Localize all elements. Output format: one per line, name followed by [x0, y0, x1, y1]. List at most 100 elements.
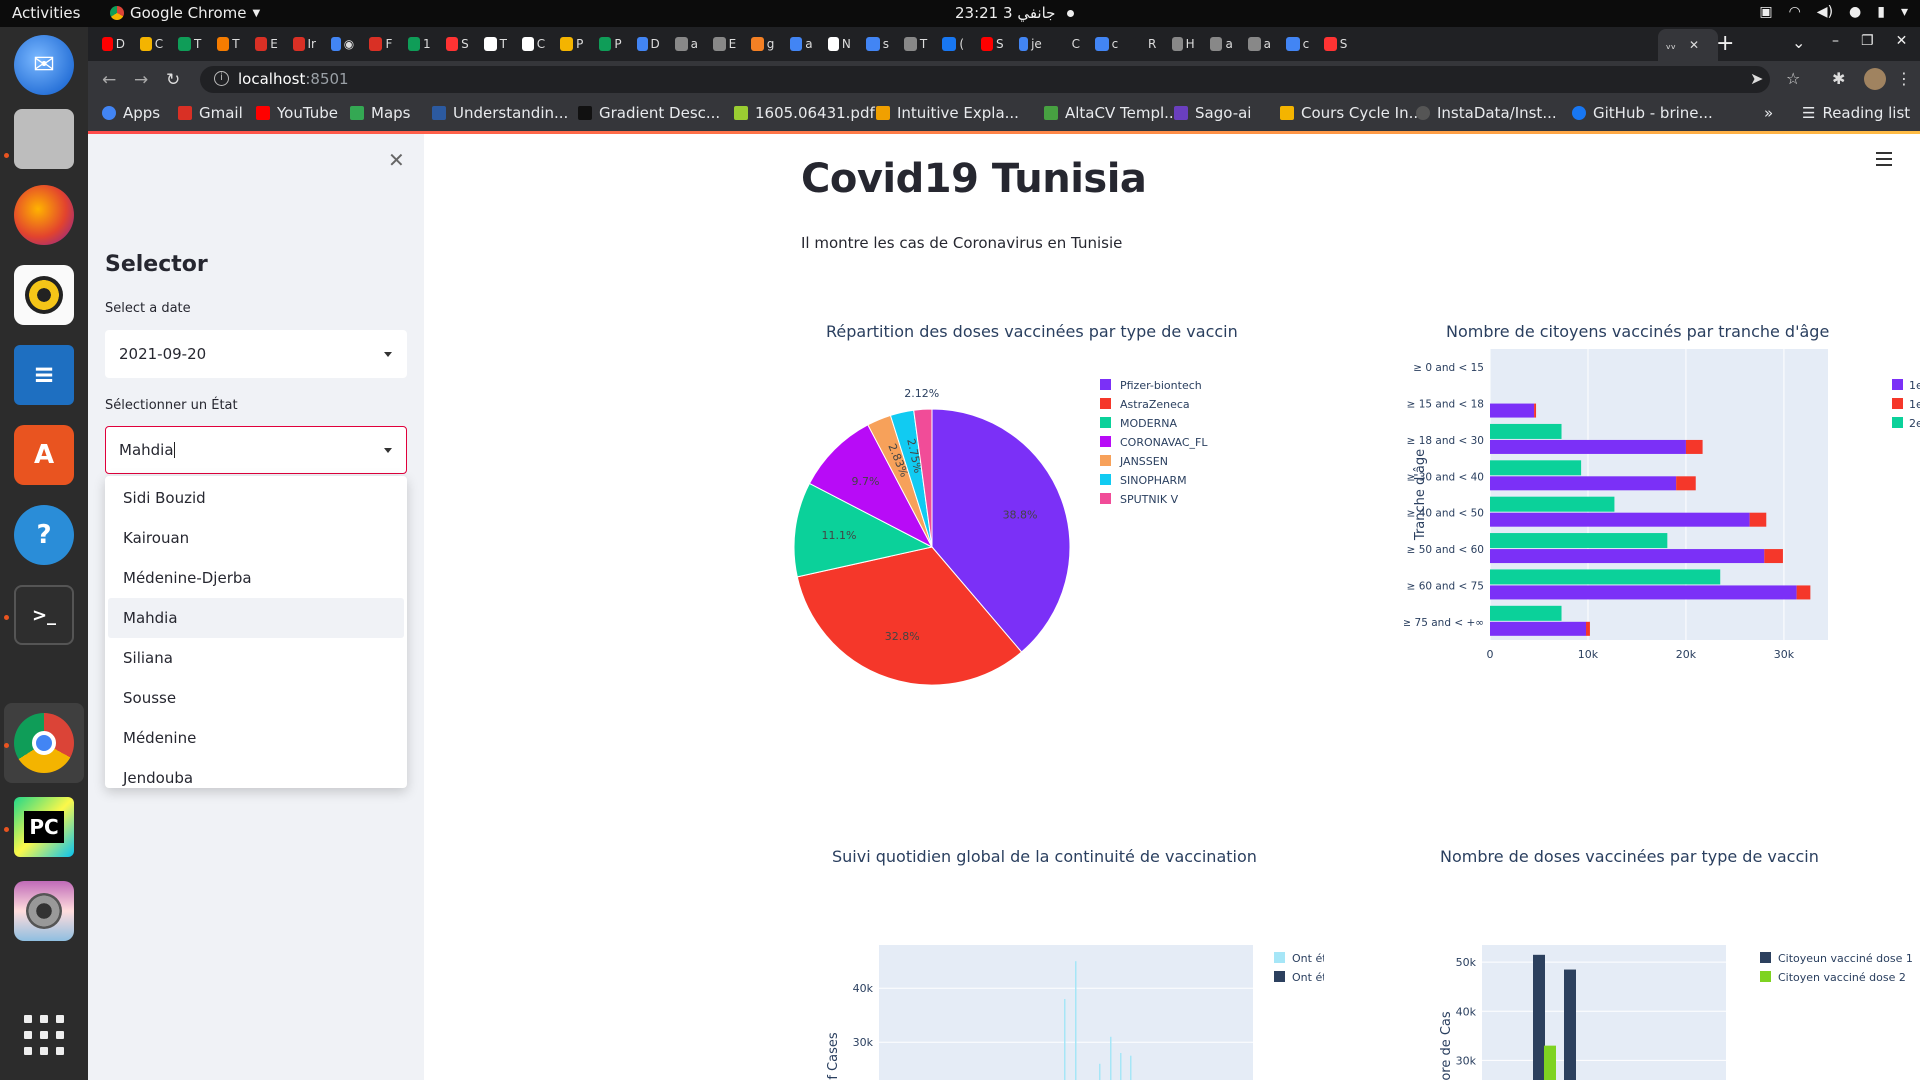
menu-dots-icon[interactable]: ⋮ — [1896, 69, 1912, 88]
libreoffice-writer-icon[interactable]: ≡ — [14, 345, 74, 405]
extensions-icon[interactable]: ✱ — [1832, 69, 1845, 88]
browser-tab[interactable]: N — [827, 35, 851, 53]
browser-tab[interactable]: s — [866, 35, 889, 53]
browser-tab[interactable]: R — [1133, 35, 1156, 53]
bookmark-item[interactable]: Intuitive Expla... — [876, 104, 1019, 122]
clock-text: 23:21 3 جانفي — [955, 4, 1056, 22]
browser-tab[interactable]: D — [636, 35, 660, 53]
bookmark-item[interactable]: Apps — [102, 104, 160, 122]
pycharm-icon[interactable]: PC — [14, 797, 74, 857]
tab-close-icon[interactable]: ✕ — [1689, 38, 1699, 52]
dropdown-option[interactable]: Médenine — [108, 718, 404, 758]
minimize-icon[interactable]: – — [1832, 33, 1839, 49]
date-select[interactable]: 2021-09-20 — [105, 330, 407, 378]
close-window-icon[interactable]: ✕ — [1896, 33, 1908, 49]
bookmark-item[interactable]: YouTube — [256, 104, 338, 122]
profile-avatar[interactable] — [1864, 68, 1886, 90]
browser-tab[interactable]: T — [178, 35, 201, 53]
clock[interactable]: 23:21 3 جانفي — [955, 4, 1075, 22]
chrome-icon[interactable] — [14, 713, 74, 773]
tab-title: P — [576, 37, 584, 51]
dropdown-option[interactable]: Siliana — [108, 638, 404, 678]
browser-tab[interactable]: a — [675, 35, 698, 53]
browser-tab[interactable]: c — [1095, 35, 1118, 53]
software-center-icon[interactable]: A — [14, 425, 74, 485]
browser-tab[interactable]: T — [216, 35, 240, 53]
browser-tab-active[interactable]: ᵥᵥ ✕ — [1658, 29, 1718, 61]
terminal-icon[interactable]: >_ — [14, 585, 74, 645]
browser-tab[interactable]: a — [1209, 35, 1233, 53]
browser-tab[interactable]: H — [1171, 35, 1195, 53]
browser-tab[interactable]: g — [751, 35, 774, 53]
dropdown-option[interactable]: Sousse — [108, 678, 404, 718]
browser-tab[interactable]: F — [369, 35, 392, 53]
browser-tab[interactable]: c — [1286, 35, 1309, 53]
info-icon[interactable]: i — [214, 71, 229, 86]
dropdown-option[interactable]: Jendouba — [108, 758, 404, 788]
browser-tab[interactable]: P — [598, 35, 622, 53]
state-input-value[interactable]: Mahdia — [119, 441, 174, 459]
send-icon[interactable]: ➤ — [1750, 69, 1763, 88]
bookmark-item[interactable]: Understandin... — [432, 104, 568, 122]
browser-tab[interactable]: a — [789, 35, 813, 53]
browser-tab[interactable]: D — [102, 35, 125, 53]
cheese-camera-icon[interactable] — [14, 881, 74, 941]
browser-tab[interactable]: S — [445, 35, 469, 53]
browser-tab[interactable]: C — [1057, 35, 1080, 53]
state-select[interactable]: Mahdia — [105, 426, 407, 474]
tab-search-icon[interactable]: ⌄ — [1792, 33, 1805, 52]
bookmark-item[interactable]: 1605.06431.pdf — [734, 104, 875, 122]
help-icon[interactable]: ? — [14, 505, 74, 565]
browser-tab[interactable]: a — [1248, 35, 1271, 53]
bookmark-item[interactable]: AltaCV Templ... — [1044, 104, 1178, 122]
dropdown-option[interactable]: Sidi Bouzid — [108, 478, 404, 518]
state-dropdown-list[interactable]: Sidi Bouzid Kairouan Médenine-Djerba Mahdia… — [105, 476, 407, 788]
activities-button[interactable]: Activities — [12, 4, 80, 22]
bookmark-item[interactable]: Gmail — [178, 104, 243, 122]
close-sidebar-icon[interactable]: ✕ — [388, 148, 405, 172]
dropdown-option[interactable]: Kairouan — [108, 518, 404, 558]
browser-tab[interactable]: S — [1324, 35, 1347, 53]
thunderbird-icon[interactable]: ✉ — [14, 35, 74, 95]
maximize-icon[interactable]: ❐ — [1861, 33, 1874, 49]
new-tab-button[interactable]: + — [1716, 31, 1734, 56]
back-arrow-icon[interactable]: ← — [102, 70, 116, 90]
browser-tab[interactable]: 1 — [407, 35, 431, 53]
bookmark-item[interactable]: Gradient Desc... — [578, 104, 720, 122]
legend-label: AstraZeneca — [1120, 398, 1190, 411]
bookmark-item[interactable]: InstaData/Inst... — [1416, 104, 1557, 122]
dropdown-option[interactable]: Médenine-Djerba — [108, 558, 404, 598]
forward-arrow-icon[interactable]: → — [134, 70, 148, 90]
browser-tab[interactable]: C — [522, 35, 545, 53]
browser-tab[interactable]: T — [484, 35, 507, 53]
bookmarks-overflow-button[interactable]: » — [1764, 104, 1773, 122]
hamburger-menu-icon[interactable] — [1876, 152, 1892, 170]
reload-icon[interactable]: ↻ — [166, 70, 180, 90]
browser-tab[interactable]: T — [904, 35, 927, 53]
bookmark-star-icon[interactable]: ☆ — [1786, 69, 1800, 88]
dropdown-option[interactable]: Mahdia — [108, 598, 404, 638]
files-icon[interactable] — [14, 109, 74, 169]
browser-tab[interactable]: ◉ — [331, 35, 354, 53]
firefox-icon[interactable] — [14, 185, 74, 245]
bookmark-item[interactable]: Sago-ai — [1174, 104, 1251, 122]
browser-tab[interactable]: je — [1018, 35, 1042, 53]
page-title: Covid19 Tunisia — [801, 156, 1147, 202]
browser-tab[interactable]: ( — [942, 35, 965, 53]
rhythmbox-icon[interactable] — [14, 265, 74, 325]
bookmark-item[interactable]: Cours Cycle In... — [1280, 104, 1423, 122]
browser-tab[interactable]: E — [254, 35, 278, 53]
bookmark-item[interactable]: GitHub - brine... — [1572, 104, 1713, 122]
system-tray[interactable]: ▣ ◠ ◀) ● ▮ ▾ — [1759, 4, 1908, 20]
browser-tab[interactable]: E — [713, 35, 736, 53]
browser-tab[interactable]: Ir — [293, 35, 316, 53]
browser-tab[interactable]: P — [560, 35, 583, 53]
show-applications-icon[interactable] — [24, 1015, 64, 1055]
browser-tab[interactable]: C — [140, 35, 163, 53]
youtube-icon — [256, 106, 270, 120]
bookmark-item[interactable]: Maps — [350, 104, 410, 122]
reading-list-button[interactable]: ☰ Reading list — [1802, 104, 1910, 122]
address-bar[interactable]: i localhost:8501 — [200, 66, 1770, 93]
browser-tab[interactable]: S — [980, 35, 1004, 53]
app-menu[interactable]: Google Chrome ▼ — [110, 4, 260, 22]
